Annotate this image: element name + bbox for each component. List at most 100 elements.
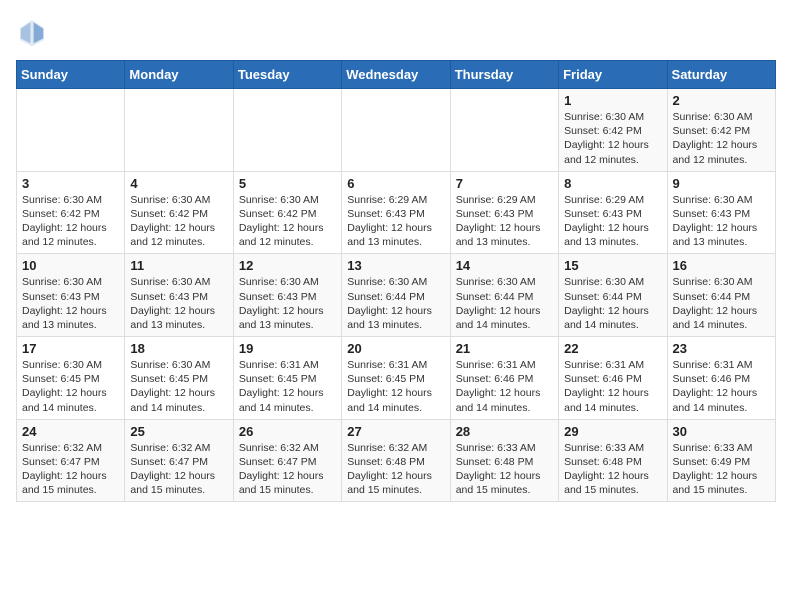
day-header-friday: Friday — [559, 61, 667, 89]
day-info: Sunrise: 6:30 AM Sunset: 6:44 PM Dayligh… — [673, 275, 770, 332]
day-info: Sunrise: 6:30 AM Sunset: 6:44 PM Dayligh… — [456, 275, 553, 332]
day-number: 8 — [564, 176, 661, 191]
calendar-week-row: 24 Sunrise: 6:32 AM Sunset: 6:47 PM Dayli… — [17, 419, 776, 502]
calendar-day-cell: 12 Sunrise: 6:30 AM Sunset: 6:43 PM Dayli… — [233, 254, 341, 337]
day-header-tuesday: Tuesday — [233, 61, 341, 89]
calendar-day-cell: 18 Sunrise: 6:30 AM Sunset: 6:45 PM Dayli… — [125, 337, 233, 420]
calendar-day-cell: 30 Sunrise: 6:33 AM Sunset: 6:49 PM Dayli… — [667, 419, 775, 502]
day-number: 7 — [456, 176, 553, 191]
day-number: 27 — [347, 424, 444, 439]
day-info: Sunrise: 6:32 AM Sunset: 6:47 PM Dayligh… — [239, 441, 336, 498]
day-number: 23 — [673, 341, 770, 356]
day-info: Sunrise: 6:33 AM Sunset: 6:48 PM Dayligh… — [564, 441, 661, 498]
calendar-day-cell: 2Sunrise: 6:30 AM Sunset: 6:42 PM Daylig… — [667, 89, 775, 172]
calendar-table: SundayMondayTuesdayWednesdayThursdayFrid… — [16, 60, 776, 502]
day-info: Sunrise: 6:30 AM Sunset: 6:43 PM Dayligh… — [239, 275, 336, 332]
day-info: Sunrise: 6:30 AM Sunset: 6:42 PM Dayligh… — [239, 193, 336, 250]
logo — [16, 16, 52, 48]
day-info: Sunrise: 6:32 AM Sunset: 6:47 PM Dayligh… — [130, 441, 227, 498]
calendar-day-cell: 4 Sunrise: 6:30 AM Sunset: 6:42 PM Daylig… — [125, 171, 233, 254]
day-number: 18 — [130, 341, 227, 356]
calendar-day-cell: 27 Sunrise: 6:32 AM Sunset: 6:48 PM Dayli… — [342, 419, 450, 502]
calendar-day-cell: 5 Sunrise: 6:30 AM Sunset: 6:42 PM Daylig… — [233, 171, 341, 254]
day-header-saturday: Saturday — [667, 61, 775, 89]
day-number: 19 — [239, 341, 336, 356]
calendar-day-cell: 13 Sunrise: 6:30 AM Sunset: 6:44 PM Dayli… — [342, 254, 450, 337]
day-number: 15 — [564, 258, 661, 273]
calendar-day-cell: 11 Sunrise: 6:30 AM Sunset: 6:43 PM Dayli… — [125, 254, 233, 337]
day-number: 6 — [347, 176, 444, 191]
calendar-day-cell: 21 Sunrise: 6:31 AM Sunset: 6:46 PM Dayli… — [450, 337, 558, 420]
calendar-day-cell: 20Sunrise: 6:31 AM Sunset: 6:45 PM Dayli… — [342, 337, 450, 420]
day-info: Sunrise: 6:30 AM Sunset: 6:42 PM Dayligh… — [564, 110, 661, 167]
calendar-day-cell: 16 Sunrise: 6:30 AM Sunset: 6:44 PM Dayli… — [667, 254, 775, 337]
calendar-day-cell: 3Sunrise: 6:30 AM Sunset: 6:42 PM Daylig… — [17, 171, 125, 254]
calendar-day-cell — [450, 89, 558, 172]
day-info: Sunrise: 6:31 AM Sunset: 6:46 PM Dayligh… — [564, 358, 661, 415]
day-info: Sunrise: 6:30 AM Sunset: 6:45 PM Dayligh… — [22, 358, 119, 415]
day-info: Sunrise: 6:30 AM Sunset: 6:43 PM Dayligh… — [22, 275, 119, 332]
calendar-week-row: 17 Sunrise: 6:30 AM Sunset: 6:45 PM Dayli… — [17, 337, 776, 420]
calendar-day-cell — [233, 89, 341, 172]
calendar-week-row: 1 Sunrise: 6:30 AM Sunset: 6:42 PM Daylig… — [17, 89, 776, 172]
day-info: Sunrise: 6:33 AM Sunset: 6:49 PM Dayligh… — [673, 441, 770, 498]
day-number: 21 — [456, 341, 553, 356]
day-info: Sunrise: 6:30 AM Sunset: 6:43 PM Dayligh… — [673, 193, 770, 250]
day-info: Sunrise: 6:32 AM Sunset: 6:48 PM Dayligh… — [347, 441, 444, 498]
calendar-day-cell: 15 Sunrise: 6:30 AM Sunset: 6:44 PM Dayli… — [559, 254, 667, 337]
day-info: Sunrise: 6:30 AM Sunset: 6:44 PM Dayligh… — [564, 275, 661, 332]
calendar-day-cell: 24 Sunrise: 6:32 AM Sunset: 6:47 PM Dayli… — [17, 419, 125, 502]
logo-icon — [16, 16, 48, 48]
page-header — [16, 16, 776, 48]
day-info: Sunrise: 6:30 AM Sunset: 6:45 PM Dayligh… — [130, 358, 227, 415]
day-info: Sunrise: 6:29 AM Sunset: 6:43 PM Dayligh… — [456, 193, 553, 250]
calendar-day-cell: 25 Sunrise: 6:32 AM Sunset: 6:47 PM Dayli… — [125, 419, 233, 502]
day-number: 16 — [673, 258, 770, 273]
calendar-week-row: 10Sunrise: 6:30 AM Sunset: 6:43 PM Dayli… — [17, 254, 776, 337]
day-number: 1 — [564, 93, 661, 108]
day-info: Sunrise: 6:31 AM Sunset: 6:45 PM Dayligh… — [347, 358, 444, 415]
days-of-week-row: SundayMondayTuesdayWednesdayThursdayFrid… — [17, 61, 776, 89]
calendar-body: 1 Sunrise: 6:30 AM Sunset: 6:42 PM Daylig… — [17, 89, 776, 502]
calendar-day-cell: 17 Sunrise: 6:30 AM Sunset: 6:45 PM Dayli… — [17, 337, 125, 420]
day-info: Sunrise: 6:31 AM Sunset: 6:46 PM Dayligh… — [673, 358, 770, 415]
calendar-header: SundayMondayTuesdayWednesdayThursdayFrid… — [17, 61, 776, 89]
day-info: Sunrise: 6:30 AM Sunset: 6:43 PM Dayligh… — [130, 275, 227, 332]
day-number: 24 — [22, 424, 119, 439]
day-number: 14 — [456, 258, 553, 273]
day-number: 25 — [130, 424, 227, 439]
day-info: Sunrise: 6:31 AM Sunset: 6:46 PM Dayligh… — [456, 358, 553, 415]
day-number: 4 — [130, 176, 227, 191]
day-number: 9 — [673, 176, 770, 191]
calendar-week-row: 3Sunrise: 6:30 AM Sunset: 6:42 PM Daylig… — [17, 171, 776, 254]
day-info: Sunrise: 6:32 AM Sunset: 6:47 PM Dayligh… — [22, 441, 119, 498]
day-number: 17 — [22, 341, 119, 356]
day-number: 28 — [456, 424, 553, 439]
day-number: 12 — [239, 258, 336, 273]
day-number: 22 — [564, 341, 661, 356]
calendar-day-cell: 28Sunrise: 6:33 AM Sunset: 6:48 PM Dayli… — [450, 419, 558, 502]
calendar-day-cell: 23 Sunrise: 6:31 AM Sunset: 6:46 PM Dayli… — [667, 337, 775, 420]
calendar-day-cell: 14 Sunrise: 6:30 AM Sunset: 6:44 PM Dayli… — [450, 254, 558, 337]
day-info: Sunrise: 6:30 AM Sunset: 6:44 PM Dayligh… — [347, 275, 444, 332]
day-header-monday: Monday — [125, 61, 233, 89]
calendar-day-cell: 10Sunrise: 6:30 AM Sunset: 6:43 PM Dayli… — [17, 254, 125, 337]
calendar-day-cell — [125, 89, 233, 172]
day-number: 30 — [673, 424, 770, 439]
day-number: 13 — [347, 258, 444, 273]
day-number: 5 — [239, 176, 336, 191]
day-info: Sunrise: 6:29 AM Sunset: 6:43 PM Dayligh… — [564, 193, 661, 250]
calendar-day-cell: 1 Sunrise: 6:30 AM Sunset: 6:42 PM Daylig… — [559, 89, 667, 172]
calendar-day-cell: 22 Sunrise: 6:31 AM Sunset: 6:46 PM Dayli… — [559, 337, 667, 420]
day-number: 2 — [673, 93, 770, 108]
day-number: 11 — [130, 258, 227, 273]
calendar-day-cell: 8 Sunrise: 6:29 AM Sunset: 6:43 PM Daylig… — [559, 171, 667, 254]
day-info: Sunrise: 6:30 AM Sunset: 6:42 PM Dayligh… — [130, 193, 227, 250]
day-number: 26 — [239, 424, 336, 439]
day-info: Sunrise: 6:30 AM Sunset: 6:42 PM Dayligh… — [22, 193, 119, 250]
calendar-day-cell — [342, 89, 450, 172]
calendar-day-cell: 19Sunrise: 6:31 AM Sunset: 6:45 PM Dayli… — [233, 337, 341, 420]
day-number: 29 — [564, 424, 661, 439]
day-header-wednesday: Wednesday — [342, 61, 450, 89]
day-header-sunday: Sunday — [17, 61, 125, 89]
